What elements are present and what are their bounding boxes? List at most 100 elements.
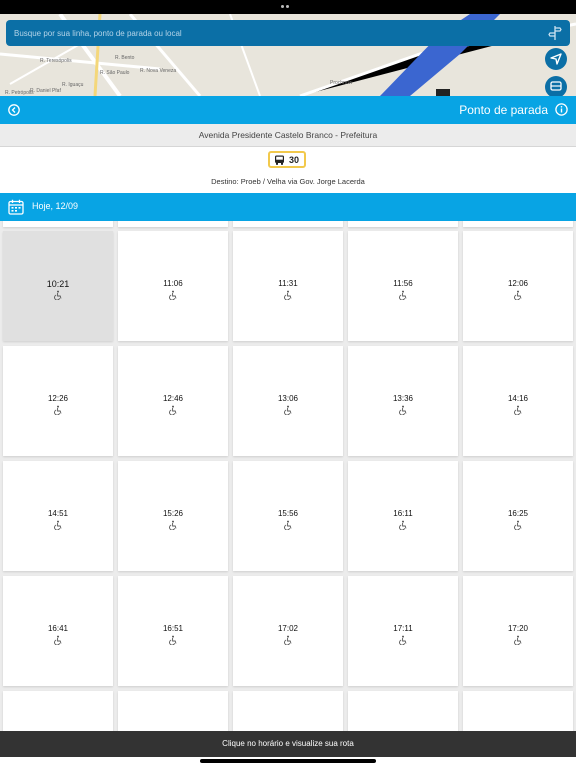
info-icon[interactable] <box>555 103 568 116</box>
accessibility-icon <box>399 635 407 645</box>
departure-time: 17:11 <box>393 624 413 633</box>
accessibility-icon <box>169 405 177 415</box>
schedule-cell[interactable]: 15:56 <box>233 461 343 571</box>
calendar-icon <box>8 199 24 215</box>
route-icon[interactable] <box>548 25 562 41</box>
accessibility-icon <box>514 290 522 300</box>
schedule-cell[interactable]: 11:31 <box>233 231 343 341</box>
page-title: Ponto de parada <box>459 103 548 117</box>
accessibility-icon <box>514 405 522 415</box>
map-street-label: R. Iguaçu <box>62 82 84 88</box>
schedule-cell[interactable]: 16:41 <box>3 576 113 686</box>
schedule-cell[interactable]: 14:51 <box>3 461 113 571</box>
line-destination: Destino: Proeb / Velha via Gov. Jorge La… <box>211 177 365 186</box>
schedule-cell-partial[interactable] <box>118 221 228 227</box>
departure-time: 12:06 <box>507 279 529 288</box>
bus-icon <box>275 155 284 165</box>
accessibility-icon <box>284 520 292 530</box>
schedule-cell[interactable]: 12:06 <box>463 231 573 341</box>
schedule-cell-partial[interactable] <box>463 221 573 227</box>
home-indicator-area <box>0 757 576 768</box>
schedule-cell[interactable]: 13:36 <box>348 346 458 456</box>
stop-header: Ponto de parada <box>0 96 576 124</box>
schedule-cell[interactable]: 17:02 <box>233 576 343 686</box>
departure-time: 14:51 <box>47 509 69 518</box>
line-info-panel: 30 Destino: Proeb / Velha via Gov. Jorge… <box>0 147 576 193</box>
schedule-cell[interactable]: 17:11 <box>348 576 458 686</box>
departure-time: 12:46 <box>162 394 184 403</box>
accessibility-icon <box>169 290 177 300</box>
schedule-cell-partial[interactable] <box>463 691 573 731</box>
accessibility-icon <box>284 290 292 300</box>
accessibility-icon <box>514 520 522 530</box>
schedule-cell[interactable]: 16:51 <box>118 576 228 686</box>
schedule-cell[interactable]: 16:11 <box>348 461 458 571</box>
schedule-cell-partial[interactable] <box>118 691 228 731</box>
accessibility-icon <box>284 405 292 415</box>
accessibility-icon <box>169 635 177 645</box>
schedule-cell[interactable]: 12:26 <box>3 346 113 456</box>
departure-time: 11:06 <box>163 279 183 288</box>
accessibility-icon <box>399 520 407 530</box>
back-icon[interactable] <box>8 104 20 116</box>
status-bar <box>0 0 576 26</box>
departure-time: 13:36 <box>392 394 414 403</box>
schedule-cell-partial[interactable] <box>233 221 343 227</box>
schedule-cell[interactable]: 11:06 <box>118 231 228 341</box>
navigation-icon <box>550 53 562 65</box>
multitasking-dots-icon[interactable] <box>281 5 295 26</box>
bus-mode-button[interactable] <box>545 76 567 96</box>
schedule-cell[interactable]: 16:25 <box>463 461 573 571</box>
departure-time: 13:06 <box>277 394 299 403</box>
schedule-cell-selected[interactable]: 10:21 <box>3 231 113 341</box>
schedule-cell[interactable]: 14:16 <box>463 346 573 456</box>
schedule-cell[interactable]: 11:56 <box>348 231 458 341</box>
date-label: Hoje, 12/09 <box>32 201 79 211</box>
departure-time: 12:26 <box>47 394 69 403</box>
departure-time: 10:21 <box>46 279 70 289</box>
stop-name-bar: Avenida Presidente Castelo Branco - Pref… <box>0 124 576 147</box>
stop-name: Avenida Presidente Castelo Branco - Pref… <box>198 130 378 140</box>
departure-time: 16:11 <box>393 509 413 518</box>
schedule-cell[interactable]: 13:06 <box>233 346 343 456</box>
schedule-cell[interactable]: 12:46 <box>118 346 228 456</box>
map-street-label: R. Nova Veneza <box>140 68 176 74</box>
schedule-cell-partial[interactable] <box>233 691 343 731</box>
accessibility-icon <box>54 290 62 300</box>
accessibility-icon <box>54 520 62 530</box>
footer-hint: Clique no horário e visualize sua rota <box>222 739 354 748</box>
departure-time: 11:31 <box>278 279 298 288</box>
schedule-cell-partial[interactable] <box>348 221 458 227</box>
schedule-grid[interactable]: 10:21 11:06 11:31 11:56 12:06 12:26 12:4… <box>0 221 576 731</box>
schedule-cell[interactable]: 15:26 <box>118 461 228 571</box>
departure-time: 17:20 <box>507 624 529 633</box>
map-street-label: R. Teresópolis <box>40 58 72 64</box>
map-street-label: R. São Paulo <box>100 70 130 76</box>
departure-time: 14:16 <box>507 394 529 403</box>
search-bar[interactable] <box>6 20 570 46</box>
accessibility-icon <box>284 635 292 645</box>
home-indicator[interactable] <box>200 759 376 763</box>
map-street-label: R. Bento <box>115 55 135 61</box>
schedule-cell[interactable]: 17:20 <box>463 576 573 686</box>
bus-icon <box>550 81 562 91</box>
accessibility-icon <box>54 405 62 415</box>
locate-me-button[interactable] <box>545 48 567 70</box>
line-number: 30 <box>289 155 300 165</box>
schedule-cell-partial[interactable] <box>348 691 458 731</box>
departure-time: 11:56 <box>393 279 413 288</box>
line-badge[interactable]: 30 <box>268 151 306 168</box>
accessibility-icon <box>399 290 407 300</box>
departure-time: 15:56 <box>277 509 299 518</box>
departure-time: 16:25 <box>507 509 529 518</box>
schedule-cell-partial[interactable] <box>3 221 113 227</box>
footer-hint-bar: Clique no horário e visualize sua rota <box>0 731 576 757</box>
schedule-cell-partial[interactable] <box>3 691 113 731</box>
accessibility-icon <box>169 520 177 530</box>
search-input[interactable] <box>14 24 534 42</box>
departure-time: 16:41 <box>47 624 69 633</box>
departure-time: 15:26 <box>162 509 184 518</box>
date-bar[interactable]: Hoje, 12/09 <box>0 193 576 221</box>
departure-time: 17:02 <box>277 624 299 633</box>
map-street-label: Prochnow <box>330 80 353 86</box>
